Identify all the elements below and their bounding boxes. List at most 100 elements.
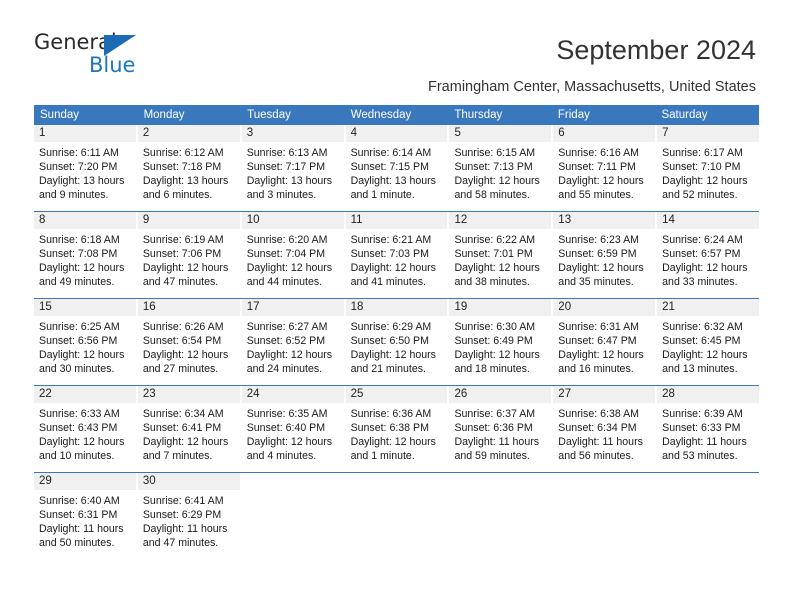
daylight-text-line1: Daylight: 13 hours: [142, 175, 229, 187]
daylight-text-line2: and 21 minutes.: [350, 363, 426, 375]
day-number: 19: [449, 299, 552, 316]
day-number: 30: [137, 473, 240, 490]
day-details: Sunrise: 6:33 AM Sunset: 6:43 PM Dayligh…: [34, 403, 136, 472]
day-details: Sunrise: 6:36 AM Sunset: 6:38 PM Dayligh…: [346, 403, 448, 472]
day-cell[interactable]: 6 Sunrise: 6:16 AM Sunset: 7:11 PM Dayli…: [553, 125, 658, 211]
day-details: Sunrise: 6:13 AM Sunset: 7:17 PM Dayligh…: [242, 142, 344, 211]
day-details: [242, 490, 344, 559]
day-number: 1: [34, 125, 136, 142]
page-subtitle: Framingham Center, Massachusetts, United…: [427, 79, 756, 95]
weekday-header-tuesday: Tuesday: [247, 109, 291, 121]
day-cell[interactable]: 27 Sunrise: 6:38 AM Sunset: 6:34 PM Dayl…: [553, 386, 658, 472]
day-cell[interactable]: 22 Sunrise: 6:33 AM Sunset: 6:43 PM Dayl…: [34, 386, 138, 472]
sunrise-text: Sunrise: 6:26 AM: [142, 321, 224, 333]
day-cell[interactable]: 28 Sunrise: 6:39 AM Sunset: 6:33 PM Dayl…: [657, 386, 760, 472]
day-details: Sunrise: 6:14 AM Sunset: 7:15 PM Dayligh…: [346, 142, 448, 211]
day-cell[interactable]: 9 Sunrise: 6:19 AM Sunset: 7:06 PM Dayli…: [137, 212, 242, 298]
sunset-text: Sunset: 7:11 PM: [558, 161, 636, 173]
day-cell[interactable]: 10 Sunrise: 6:20 AM Sunset: 7:04 PM Dayl…: [241, 212, 346, 298]
day-cell[interactable]: 1 Sunrise: 6:11 AM Sunset: 7:20 PM Dayli…: [34, 125, 138, 211]
day-number: 14: [657, 212, 760, 229]
day-cell[interactable]: 20 Sunrise: 6:31 AM Sunset: 6:47 PM Dayl…: [553, 299, 658, 385]
logo-secondary-text: Blue: [89, 53, 136, 77]
day-cell[interactable]: 21 Sunrise: 6:32 AM Sunset: 6:45 PM Dayl…: [657, 299, 760, 385]
day-details: Sunrise: 6:16 AM Sunset: 7:11 PM Dayligh…: [553, 142, 655, 211]
sunrise-text: Sunrise: 6:27 AM: [246, 321, 328, 333]
day-number: [657, 473, 760, 490]
day-cell[interactable]: 8 Sunrise: 6:18 AM Sunset: 7:08 PM Dayli…: [34, 212, 138, 298]
day-cell[interactable]: 4 Sunrise: 6:14 AM Sunset: 7:15 PM Dayli…: [345, 125, 450, 211]
daylight-text-line1: Daylight: 11 hours: [142, 523, 228, 535]
day-details: Sunrise: 6:19 AM Sunset: 7:06 PM Dayligh…: [138, 229, 240, 298]
sunrise-text: Sunrise: 6:13 AM: [246, 147, 328, 159]
day-cell[interactable]: 7 Sunrise: 6:17 AM Sunset: 7:10 PM Dayli…: [657, 125, 760, 211]
daylight-text-line2: and 18 minutes.: [454, 363, 530, 375]
day-cell[interactable]: 25 Sunrise: 6:36 AM Sunset: 6:38 PM Dayl…: [345, 386, 450, 472]
sunrise-text: Sunrise: 6:16 AM: [558, 147, 639, 159]
sunset-text: Sunset: 6:45 PM: [662, 335, 741, 347]
brand-logo[interactable]: General Blue: [34, 30, 164, 82]
day-cell[interactable]: 24 Sunrise: 6:35 AM Sunset: 6:40 PM Dayl…: [241, 386, 346, 472]
day-number: 27: [553, 386, 656, 403]
daylight-text-line2: and 47 minutes.: [142, 537, 219, 549]
day-details: Sunrise: 6:31 AM Sunset: 6:47 PM Dayligh…: [553, 316, 655, 385]
day-cell[interactable]: 3 Sunrise: 6:13 AM Sunset: 7:17 PM Dayli…: [241, 125, 346, 211]
day-number: 3: [241, 125, 344, 142]
sunset-text: Sunset: 7:17 PM: [246, 161, 326, 173]
day-cell[interactable]: 2 Sunrise: 6:12 AM Sunset: 7:18 PM Dayli…: [137, 125, 242, 211]
sunset-text: Sunset: 6:34 PM: [558, 422, 637, 434]
sunset-text: Sunset: 7:04 PM: [246, 248, 326, 260]
sunrise-text: Sunrise: 6:37 AM: [454, 408, 536, 420]
day-cell[interactable]: 29 Sunrise: 6:40 AM Sunset: 6:31 PM Dayl…: [34, 473, 138, 559]
day-number: 5: [449, 125, 552, 142]
sunset-text: Sunset: 6:38 PM: [350, 422, 429, 434]
day-cell[interactable]: 30 Sunrise: 6:41 AM Sunset: 6:29 PM Dayl…: [137, 473, 242, 559]
day-details: Sunrise: 6:32 AM Sunset: 6:45 PM Dayligh…: [657, 316, 759, 385]
day-cell[interactable]: 13 Sunrise: 6:23 AM Sunset: 6:59 PM Dayl…: [553, 212, 658, 298]
daylight-text-line1: Daylight: 12 hours: [39, 262, 125, 274]
daylight-text-line2: and 58 minutes.: [454, 189, 530, 201]
day-number: 28: [657, 386, 760, 403]
daylight-text-line1: Daylight: 12 hours: [350, 349, 436, 361]
day-cell[interactable]: 14 Sunrise: 6:24 AM Sunset: 6:57 PM Dayl…: [657, 212, 760, 298]
day-cell[interactable]: 19 Sunrise: 6:30 AM Sunset: 6:49 PM Dayl…: [449, 299, 554, 385]
day-number: [553, 473, 656, 490]
day-cell[interactable]: 17 Sunrise: 6:27 AM Sunset: 6:52 PM Dayl…: [241, 299, 346, 385]
daylight-text-line2: and 44 minutes.: [246, 276, 323, 288]
day-cell[interactable]: 5 Sunrise: 6:15 AM Sunset: 7:13 PM Dayli…: [449, 125, 554, 211]
sunrise-text: Sunrise: 6:15 AM: [454, 147, 536, 159]
daylight-text-line1: Daylight: 12 hours: [142, 436, 229, 448]
day-number: 23: [137, 386, 240, 403]
daylight-text-line2: and 24 minutes.: [246, 363, 323, 375]
day-number: 9: [137, 212, 240, 229]
day-cell[interactable]: 15 Sunrise: 6:25 AM Sunset: 6:56 PM Dayl…: [34, 299, 138, 385]
daylight-text-line1: Daylight: 12 hours: [558, 349, 644, 361]
day-details: Sunrise: 6:27 AM Sunset: 6:52 PM Dayligh…: [242, 316, 344, 385]
day-details: [553, 490, 655, 559]
day-cell[interactable]: 11 Sunrise: 6:21 AM Sunset: 7:03 PM Dayl…: [345, 212, 450, 298]
day-details: Sunrise: 6:26 AM Sunset: 6:54 PM Dayligh…: [138, 316, 240, 385]
day-details: Sunrise: 6:22 AM Sunset: 7:01 PM Dayligh…: [449, 229, 551, 298]
daylight-text-line2: and 47 minutes.: [142, 276, 219, 288]
sunset-text: Sunset: 6:29 PM: [142, 509, 222, 521]
daylight-text-line1: Daylight: 12 hours: [142, 349, 229, 361]
day-cell-empty: [241, 473, 346, 559]
page-header: General Blue September 2024 Framingham C…: [0, 0, 792, 100]
day-details: Sunrise: 6:18 AM Sunset: 7:08 PM Dayligh…: [34, 229, 136, 298]
daylight-text-line1: Daylight: 11 hours: [662, 436, 747, 448]
day-number: 22: [34, 386, 136, 403]
day-cell[interactable]: 12 Sunrise: 6:22 AM Sunset: 7:01 PM Dayl…: [449, 212, 554, 298]
day-cell[interactable]: 18 Sunrise: 6:29 AM Sunset: 6:50 PM Dayl…: [345, 299, 450, 385]
daylight-text-line1: Daylight: 12 hours: [662, 175, 748, 187]
daylight-text-line2: and 55 minutes.: [558, 189, 634, 201]
day-cell[interactable]: 16 Sunrise: 6:26 AM Sunset: 6:54 PM Dayl…: [137, 299, 242, 385]
daylight-text-line1: Daylight: 11 hours: [454, 436, 540, 448]
daylight-text-line1: Daylight: 12 hours: [558, 262, 644, 274]
sunrise-text: Sunrise: 6:18 AM: [39, 234, 120, 246]
daylight-text-line1: Daylight: 11 hours: [558, 436, 643, 448]
sunrise-text: Sunrise: 6:22 AM: [454, 234, 536, 246]
day-cell[interactable]: 26 Sunrise: 6:37 AM Sunset: 6:36 PM Dayl…: [449, 386, 554, 472]
day-cell[interactable]: 23 Sunrise: 6:34 AM Sunset: 6:41 PM Dayl…: [137, 386, 242, 472]
day-number: 18: [345, 299, 448, 316]
sunrise-text: Sunrise: 6:12 AM: [142, 147, 224, 159]
